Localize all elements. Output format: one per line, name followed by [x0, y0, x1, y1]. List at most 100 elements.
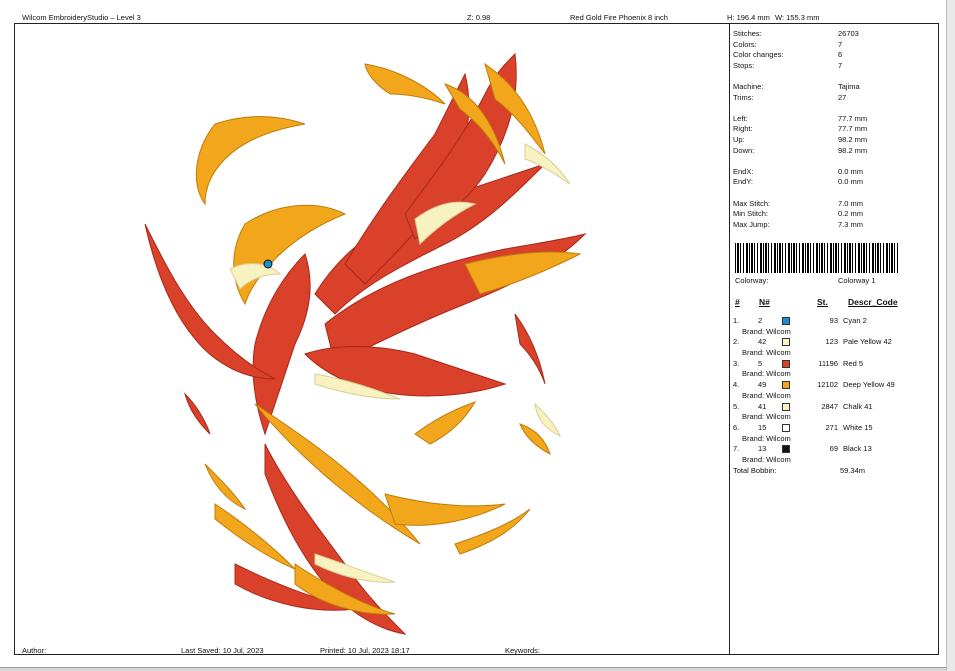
color-name: Deep Yellow 49	[843, 380, 895, 390]
stat-value: 98.2 mm	[838, 134, 868, 144]
color-index: 4.	[733, 380, 740, 390]
colorway-label: Colorway:	[735, 276, 769, 285]
stat-value: 6	[838, 50, 843, 60]
stat-row: Trims: 27	[733, 93, 933, 104]
color-brand-row: Brand: Wilcom	[733, 348, 933, 359]
stats-spacer	[733, 71, 933, 82]
color-row: 2. 42 123 Pale Yellow 42	[733, 337, 933, 348]
stat-label: Trims:	[733, 92, 754, 102]
header-index: #	[735, 297, 740, 307]
stat-value: Tajima	[838, 81, 860, 91]
color-swatch	[782, 359, 790, 368]
color-stitch-count: 123	[825, 337, 838, 347]
color-brand-row: Brand: Wilcom	[733, 412, 933, 423]
stat-label: Max Stitch:	[733, 198, 771, 208]
stat-label: Down:	[733, 145, 755, 155]
stat-label: EndX:	[733, 166, 754, 176]
color-brand: Brand: Wilcom	[742, 348, 791, 358]
vertical-scrollbar[interactable]	[946, 0, 955, 671]
color-row: 3. 5 11196 Red 5	[733, 359, 933, 370]
stats-spacer	[733, 103, 933, 114]
stat-value: 27	[838, 92, 847, 102]
design-height: H: 196.4 mm	[727, 13, 770, 22]
stat-label: Left:	[733, 113, 748, 123]
color-index: 3.	[733, 358, 740, 368]
design-canvas	[15, 24, 729, 654]
color-brand: Brand: Wilcom	[742, 326, 791, 336]
stat-label: Machine:	[733, 81, 764, 91]
stat-row: EndY: 0.0 mm	[733, 177, 933, 188]
stat-value: 0.0 mm	[838, 177, 864, 187]
color-needle: 15	[758, 422, 767, 432]
barcode	[735, 243, 898, 273]
stat-row: Right: 77.7 mm	[733, 124, 933, 135]
stat-row: Stitches: 26703	[733, 29, 933, 40]
design-width: W: 155.3 mm	[775, 13, 820, 22]
stat-value: 98.2 mm	[838, 145, 868, 155]
stat-label: Max Jump:	[733, 219, 770, 229]
stat-label: Stops:	[733, 60, 755, 70]
color-swatch	[782, 402, 790, 411]
color-name: Chalk 41	[843, 401, 873, 411]
stat-label: Right:	[733, 124, 753, 134]
stat-row: Min Stitch: 0.2 mm	[733, 209, 933, 220]
stat-row: Color changes: 6	[733, 50, 933, 61]
color-swatch	[782, 423, 790, 432]
footer-last-saved: Last Saved: 10 Jul, 2023	[181, 646, 264, 655]
panel-divider	[729, 23, 730, 655]
color-row: 7. 13 69 Black 13	[733, 444, 933, 455]
color-brand: Brand: Wilcom	[742, 369, 791, 379]
color-needle: 42	[758, 337, 767, 347]
app-title: Wilcom EmbroideryStudio – Level 3	[22, 13, 141, 22]
colorway-value: Colorway 1	[838, 276, 876, 285]
stat-value: 26703	[838, 29, 859, 38]
stat-value: 0.2 mm	[838, 209, 864, 219]
color-swatch	[782, 381, 790, 390]
footer-author: Author:	[22, 646, 47, 655]
color-sequence-list: 1. 2 93 Cyan 2 Brand: Wilcom 2. 42 123 Pale Yell…	[733, 316, 933, 476]
color-name: Pale Yellow 42	[843, 337, 892, 347]
color-row: 6. 15 271 White 15	[733, 423, 933, 434]
color-stitch-count: 11196	[818, 358, 838, 368]
phoenix-embroidery-image	[144, 52, 587, 635]
color-index: 5.	[733, 401, 740, 411]
total-bobbin-row: Total Bobbin: 59.34m	[733, 466, 933, 477]
color-needle: 49	[758, 380, 767, 390]
color-stitch-count: 93	[829, 316, 838, 325]
color-needle: 41	[758, 401, 767, 411]
stat-label: Up:	[733, 134, 745, 144]
stat-value: 0.0 mm	[838, 166, 864, 176]
color-index: 6.	[733, 422, 740, 432]
stat-value: 77.7 mm	[838, 113, 868, 123]
color-stitch-count: 12102	[817, 380, 838, 390]
color-row: 4. 49 12102 Deep Yellow 49	[733, 380, 933, 391]
stats-spacer	[733, 188, 933, 199]
color-stitch-count: 271	[825, 422, 838, 432]
color-brand: Brand: Wilcom	[742, 412, 791, 422]
color-row: 5. 41 2847 Chalk 41	[733, 402, 933, 413]
stat-row: Down: 98.2 mm	[733, 146, 933, 157]
stat-value: 7.0 mm	[838, 198, 864, 208]
color-index: 1.	[733, 316, 740, 325]
color-stitch-count: 2847	[821, 401, 838, 411]
stat-row: EndX: 0.0 mm	[733, 167, 933, 178]
header-description: Descr_Code	[848, 297, 898, 307]
stat-label: Stitches:	[733, 29, 762, 38]
stat-row: Colors: 7	[733, 40, 933, 51]
stat-row: Max Jump: 7.3 mm	[733, 220, 933, 231]
color-name: Black 13	[843, 444, 872, 454]
total-bobbin-value: 59.34m	[840, 465, 866, 475]
stat-row: Stops: 7	[733, 61, 933, 72]
color-brand-row: Brand: Wilcom	[733, 327, 933, 338]
color-swatch	[782, 317, 790, 325]
color-name: Cyan 2	[843, 316, 867, 325]
stat-row: Max Stitch: 7.0 mm	[733, 199, 933, 210]
color-swatch	[782, 445, 790, 454]
stat-value: 7	[838, 39, 843, 49]
color-brand: Brand: Wilcom	[742, 433, 791, 443]
design-statistics: Stitches: 26703 Colors: 7 Color changes: 6 Sto…	[733, 29, 933, 230]
color-brand-row: Brand: Wilcom	[733, 391, 933, 402]
stat-row: Up: 98.2 mm	[733, 135, 933, 146]
color-name: Red 5	[843, 358, 864, 368]
color-brand-row: Brand: Wilcom	[733, 369, 933, 380]
